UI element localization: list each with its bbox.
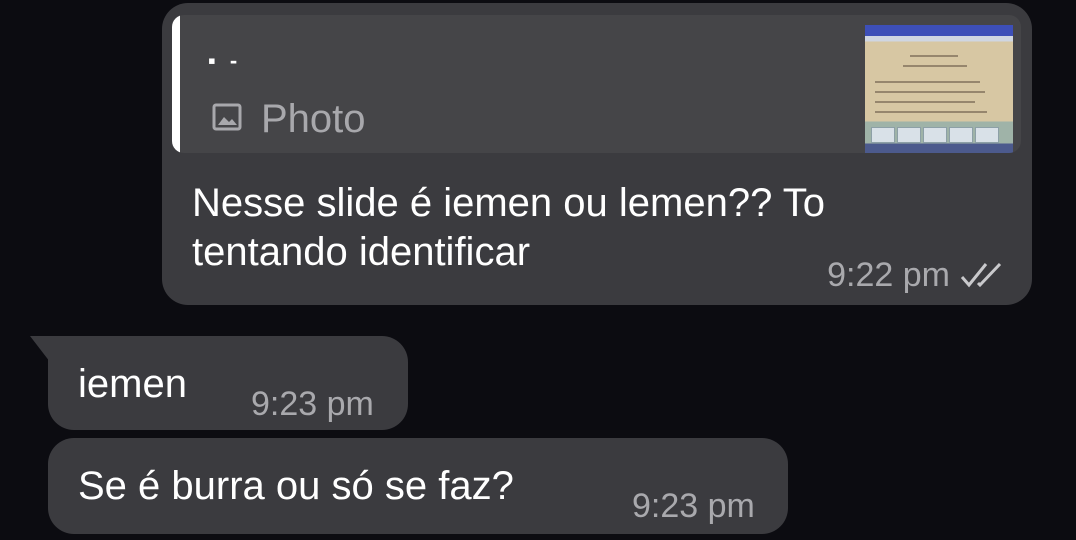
thumbnail-text-line (875, 111, 987, 113)
thumbnail-slide (975, 127, 999, 143)
reply-author: ▪ - (208, 48, 242, 73)
reply-media-label: Photo (261, 97, 366, 141)
incoming-message-bubble[interactable]: Se é burra ou só se faz? 9:23 pm (48, 438, 788, 534)
thumbnail-text-line (875, 101, 975, 103)
thumbnail-text-line (875, 91, 985, 93)
thumbnail-text-line (875, 81, 980, 83)
thumbnail-title-line (903, 65, 967, 67)
message-time: 9:22 pm (827, 256, 950, 294)
outgoing-message-bubble[interactable]: ▪ - Photo Nesse slide é iemen ou lemen??… (162, 3, 1032, 305)
reply-accent-bar (172, 15, 180, 153)
thumbnail-slide (949, 127, 973, 143)
incoming-bubble-tail (30, 336, 50, 362)
thumbnail-title-line (910, 55, 958, 57)
thumbnail-slide (871, 127, 895, 143)
message-time: 9:23 pm (632, 487, 755, 525)
message-time: 9:23 pm (251, 385, 374, 423)
reply-quote[interactable]: ▪ - Photo (172, 15, 1021, 153)
thumbnail-slide (923, 127, 947, 143)
thumbnail-slide (897, 127, 921, 143)
incoming-message-bubble[interactable]: iemen 9:23 pm (48, 336, 408, 430)
image-icon (212, 103, 242, 131)
message-text: iemen (78, 362, 187, 406)
message-text: Se é burra ou só se faz? (78, 464, 514, 508)
reply-photo-thumbnail[interactable] (865, 25, 1013, 153)
double-check-icon (960, 262, 1002, 288)
